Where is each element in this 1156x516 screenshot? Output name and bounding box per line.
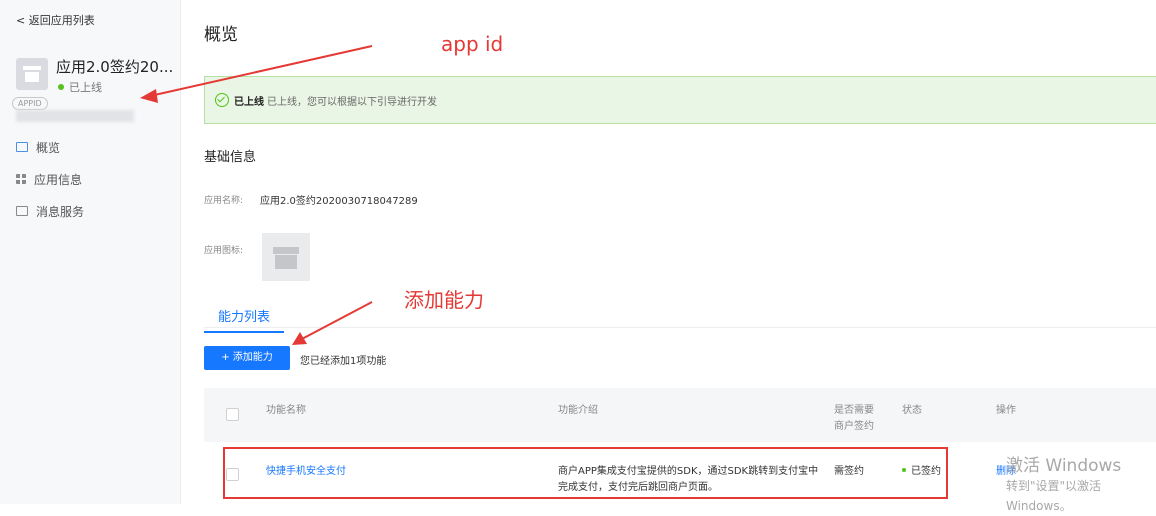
watermark-line1: 激活 Windows	[1006, 456, 1122, 476]
appid-annotation: app id	[441, 32, 504, 56]
add-capability-annotation: 添加能力	[404, 288, 484, 312]
windows-watermark: 激活 Windows 转到"设置"以激活 Windows。	[1006, 456, 1156, 516]
watermark-line2: 转到"设置"以激活 Windows。	[1006, 479, 1102, 513]
annotation-arrows	[140, 45, 373, 345]
add-arrow-line	[299, 301, 373, 341]
appid-arrow-head-icon	[140, 89, 158, 103]
appid-arrow-line	[149, 45, 373, 97]
